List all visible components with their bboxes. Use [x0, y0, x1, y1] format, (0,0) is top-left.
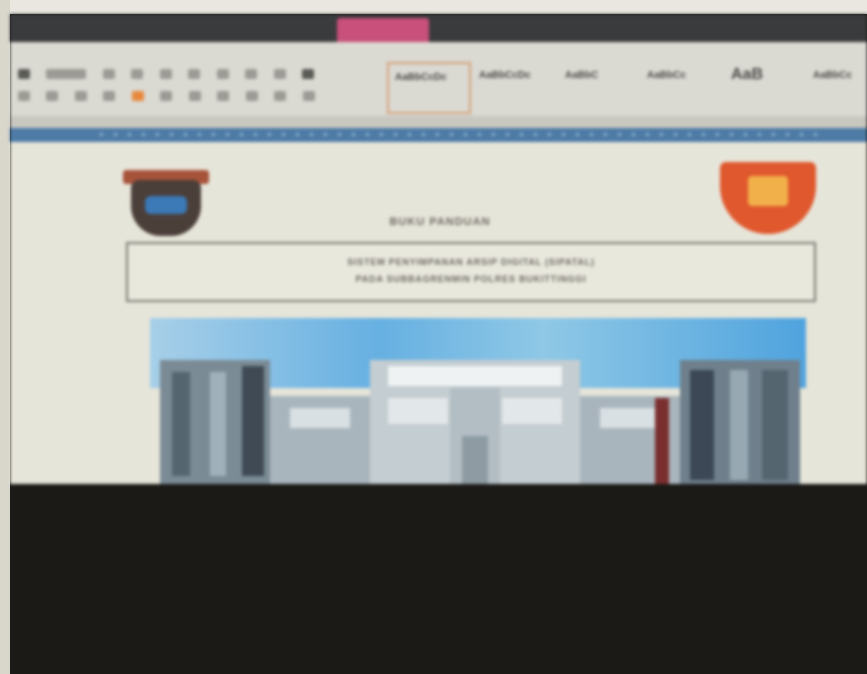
- document-title: BUKU PANDUAN: [389, 216, 491, 228]
- style-normal[interactable]: AaBbCcDc: [387, 62, 471, 114]
- style-preview: AaBbCcDc: [395, 72, 447, 83]
- grow-font-icon[interactable]: [131, 69, 144, 79]
- italic-icon[interactable]: [46, 91, 59, 101]
- font-size-icon[interactable]: [102, 69, 115, 79]
- font-toolbar-row: [18, 66, 326, 80]
- numbering-icon[interactable]: [245, 69, 258, 79]
- shrink-font-icon[interactable]: [159, 69, 172, 79]
- indent-icon[interactable]: [273, 69, 286, 79]
- monitor-screen: AaBbCcDc AaBbCcDc AaBbC AaBbCc AaB AaBbC…: [10, 14, 867, 484]
- subtitle-line-2: PADA SUBBAGRENMIN POLRES BUKITTINGGI: [355, 274, 587, 284]
- regional-emblem-icon: [720, 162, 816, 236]
- font-color-icon[interactable]: [160, 91, 173, 101]
- bullets-icon[interactable]: [216, 69, 229, 79]
- bold-icon[interactable]: [18, 91, 30, 101]
- subtitle-line-1: SISTEM PENYIMPANAN ARSIP DIGITAL (SIPATA…: [347, 257, 595, 267]
- clear-format-icon[interactable]: [188, 69, 201, 79]
- style-preview: AaBbCc: [647, 70, 686, 81]
- photo-border-left: [0, 0, 10, 674]
- align-left-icon[interactable]: [188, 91, 201, 101]
- style-subtitle[interactable]: AaBbCc: [807, 62, 867, 110]
- style-no-spacing[interactable]: AaBbCcDc: [473, 62, 553, 110]
- underline-icon[interactable]: [74, 91, 87, 101]
- building-illustration: [160, 360, 800, 484]
- building-photo: [150, 318, 806, 484]
- emblem-center: [145, 196, 187, 214]
- photo-border-top: [0, 0, 867, 14]
- shading-icon[interactable]: [302, 91, 315, 101]
- subtitle-box: SISTEM PENYIMPANAN ARSIP DIGITAL (SIPATA…: [126, 242, 816, 302]
- styles-gallery: AaBbCcDc AaBbCcDc AaBbC AaBbCc AaB AaBbC…: [387, 62, 867, 114]
- title-bar: [10, 14, 867, 46]
- align-right-icon[interactable]: [245, 91, 258, 101]
- style-heading-1[interactable]: AaBbC: [559, 62, 639, 110]
- font-name-icon[interactable]: [46, 69, 87, 79]
- highlight-icon[interactable]: [131, 91, 144, 101]
- style-preview: AaB: [731, 66, 764, 83]
- paragraph-toolbar-row: [18, 88, 327, 102]
- ruler-ticks: [100, 133, 820, 136]
- paste-icon[interactable]: [18, 69, 30, 79]
- horizontal-ruler[interactable]: [10, 128, 867, 142]
- style-preview: AaBbC: [565, 70, 599, 81]
- style-preview: AaBbCcDc: [479, 70, 531, 81]
- document-page[interactable]: BUKU PANDUAN SISTEM PENYIMPANAN ARSIP DI…: [10, 142, 867, 484]
- style-preview: AaBbCc: [813, 70, 852, 81]
- paragraph-mark-icon[interactable]: [302, 69, 315, 79]
- ribbon: AaBbCcDc AaBbCcDc AaBbC AaBbCc AaB AaBbC…: [10, 42, 867, 128]
- emblem-center: [748, 176, 788, 206]
- ribbon-tabs: [10, 42, 867, 62]
- align-center-icon[interactable]: [217, 91, 230, 101]
- strikethrough-icon[interactable]: [103, 91, 116, 101]
- style-title[interactable]: AaB: [725, 62, 805, 110]
- style-heading-2[interactable]: AaBbCc: [641, 62, 721, 110]
- justify-icon[interactable]: [274, 91, 287, 101]
- police-emblem-icon: [123, 170, 209, 238]
- ribbon-group-labels: [10, 116, 867, 128]
